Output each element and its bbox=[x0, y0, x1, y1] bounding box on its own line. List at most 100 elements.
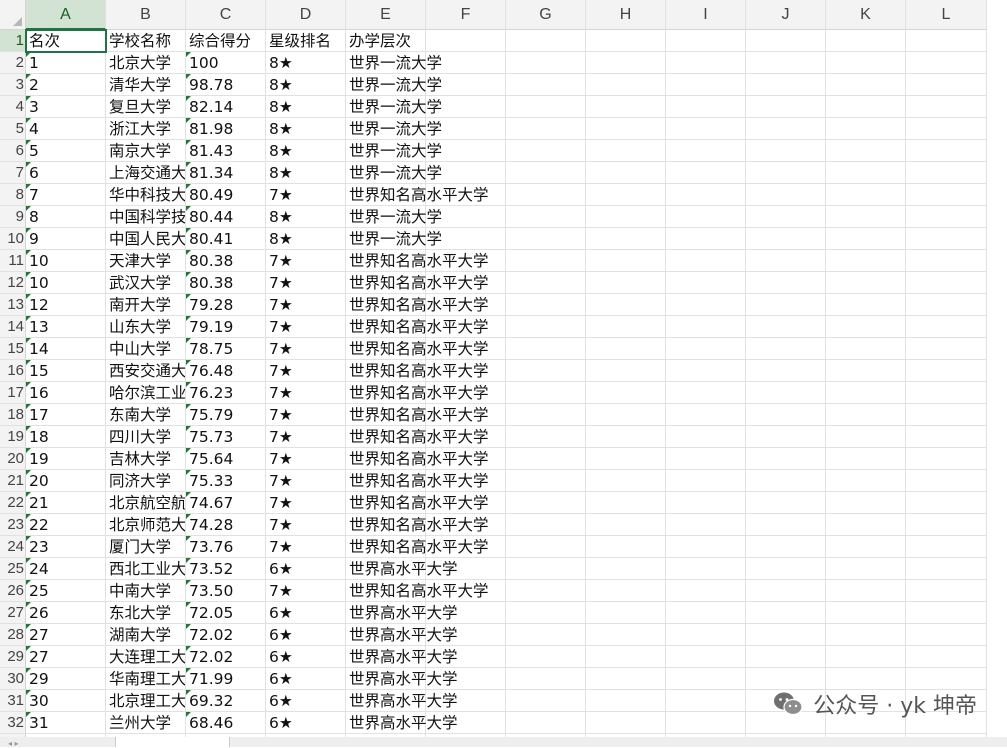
table-cell[interactable] bbox=[746, 338, 826, 360]
table-cell[interactable] bbox=[906, 580, 987, 602]
table-cell[interactable] bbox=[826, 140, 906, 162]
row-header[interactable]: 25 bbox=[0, 558, 26, 580]
table-cell[interactable]: 世界高水平大学 bbox=[346, 602, 458, 624]
table-cell[interactable]: 82.14 bbox=[186, 96, 266, 118]
table-cell[interactable] bbox=[906, 492, 987, 514]
table-cell[interactable] bbox=[506, 646, 586, 668]
table-cell[interactable]: 世界高水平大学 bbox=[346, 646, 458, 668]
table-cell[interactable] bbox=[586, 184, 666, 206]
row-header[interactable]: 3 bbox=[0, 74, 26, 96]
table-cell[interactable]: 73.76 bbox=[186, 536, 266, 558]
table-cell[interactable]: 西北工业大学 bbox=[106, 558, 186, 580]
column-header-e[interactable]: E bbox=[346, 0, 426, 30]
table-cell[interactable] bbox=[586, 118, 666, 140]
table-cell[interactable] bbox=[666, 184, 746, 206]
table-cell[interactable]: 8★ bbox=[266, 52, 346, 74]
table-cell[interactable]: 7★ bbox=[266, 382, 346, 404]
table-cell[interactable] bbox=[746, 184, 826, 206]
table-cell[interactable] bbox=[826, 360, 906, 382]
table-cell[interactable] bbox=[746, 206, 826, 228]
table-cell[interactable] bbox=[906, 624, 987, 646]
table-cell[interactable]: 四川大学 bbox=[106, 426, 186, 448]
table-cell[interactable] bbox=[906, 140, 987, 162]
table-cell[interactable] bbox=[506, 426, 586, 448]
table-cell[interactable] bbox=[586, 558, 666, 580]
table-cell[interactable] bbox=[666, 338, 746, 360]
table-cell[interactable]: 79.19 bbox=[186, 316, 266, 338]
table-cell[interactable] bbox=[746, 514, 826, 536]
table-cell[interactable] bbox=[906, 360, 987, 382]
table-cell[interactable]: 5 bbox=[26, 140, 106, 162]
table-cell[interactable]: 7★ bbox=[266, 404, 346, 426]
table-cell[interactable]: 哈尔滨工业大学 bbox=[106, 382, 186, 404]
table-cell[interactable] bbox=[906, 602, 987, 624]
table-cell[interactable] bbox=[906, 250, 987, 272]
table-cell[interactable]: 6★ bbox=[266, 602, 346, 624]
row-header[interactable]: 17 bbox=[0, 382, 26, 404]
table-cell[interactable] bbox=[826, 492, 906, 514]
table-cell[interactable] bbox=[826, 206, 906, 228]
table-cell[interactable]: 世界知名高水平大学 bbox=[346, 360, 489, 382]
table-cell[interactable] bbox=[826, 602, 906, 624]
table-cell[interactable]: 30 bbox=[26, 690, 106, 712]
table-cell[interactable] bbox=[506, 294, 586, 316]
table-cell[interactable] bbox=[906, 382, 987, 404]
table-cell[interactable]: 厦门大学 bbox=[106, 536, 186, 558]
table-cell[interactable] bbox=[826, 558, 906, 580]
table-cell[interactable] bbox=[666, 294, 746, 316]
table-cell[interactable] bbox=[586, 536, 666, 558]
table-cell[interactable] bbox=[746, 382, 826, 404]
table-cell[interactable] bbox=[826, 316, 906, 338]
table-cell[interactable] bbox=[666, 690, 746, 712]
table-cell[interactable] bbox=[906, 338, 987, 360]
table-cell[interactable]: 世界知名高水平大学 bbox=[346, 492, 489, 514]
column-header-l[interactable]: L bbox=[906, 0, 987, 30]
table-cell[interactable] bbox=[826, 74, 906, 96]
table-cell[interactable] bbox=[506, 74, 586, 96]
column-header-h[interactable]: H bbox=[586, 0, 666, 30]
table-cell[interactable]: 世界一流大学 bbox=[346, 52, 442, 74]
table-cell[interactable]: 7★ bbox=[266, 536, 346, 558]
table-cell[interactable] bbox=[746, 536, 826, 558]
table-cell[interactable] bbox=[586, 470, 666, 492]
table-cell[interactable]: 10 bbox=[26, 250, 106, 272]
table-cell[interactable]: 80.38 bbox=[186, 250, 266, 272]
table-cell[interactable] bbox=[586, 272, 666, 294]
table-cell[interactable]: 22 bbox=[26, 514, 106, 536]
table-cell[interactable] bbox=[906, 404, 987, 426]
row-header[interactable]: 1 bbox=[0, 30, 26, 52]
table-cell[interactable]: 4 bbox=[26, 118, 106, 140]
table-cell[interactable] bbox=[666, 580, 746, 602]
table-cell[interactable] bbox=[826, 426, 906, 448]
table-cell[interactable]: 75.33 bbox=[186, 470, 266, 492]
column-header-k[interactable]: K bbox=[826, 0, 906, 30]
table-cell[interactable]: 7★ bbox=[266, 316, 346, 338]
table-cell[interactable] bbox=[506, 690, 586, 712]
table-cell[interactable]: 7★ bbox=[266, 514, 346, 536]
table-cell[interactable] bbox=[506, 162, 586, 184]
table-cell[interactable] bbox=[906, 294, 987, 316]
header-cell[interactable] bbox=[826, 30, 906, 52]
table-cell[interactable]: 81.98 bbox=[186, 118, 266, 140]
table-cell[interactable] bbox=[666, 382, 746, 404]
table-cell[interactable] bbox=[666, 514, 746, 536]
table-cell[interactable] bbox=[826, 162, 906, 184]
column-header-f[interactable]: F bbox=[426, 0, 506, 30]
table-cell[interactable] bbox=[906, 184, 987, 206]
table-cell[interactable]: 20 bbox=[26, 470, 106, 492]
table-cell[interactable]: 华南理工大学 bbox=[106, 668, 186, 690]
table-cell[interactable]: 上海交通大学 bbox=[106, 162, 186, 184]
table-cell[interactable] bbox=[666, 558, 746, 580]
row-header[interactable]: 7 bbox=[0, 162, 26, 184]
table-cell[interactable] bbox=[746, 448, 826, 470]
table-cell[interactable]: 8★ bbox=[266, 140, 346, 162]
row-header[interactable]: 20 bbox=[0, 448, 26, 470]
table-cell[interactable] bbox=[826, 184, 906, 206]
table-cell[interactable]: 72.02 bbox=[186, 646, 266, 668]
table-cell[interactable]: 世界一流大学 bbox=[346, 162, 442, 184]
table-cell[interactable]: 世界高水平大学 bbox=[346, 558, 458, 580]
row-header[interactable]: 19 bbox=[0, 426, 26, 448]
table-cell[interactable] bbox=[666, 492, 746, 514]
table-cell[interactable]: 7★ bbox=[266, 470, 346, 492]
header-cell[interactable] bbox=[586, 30, 666, 52]
